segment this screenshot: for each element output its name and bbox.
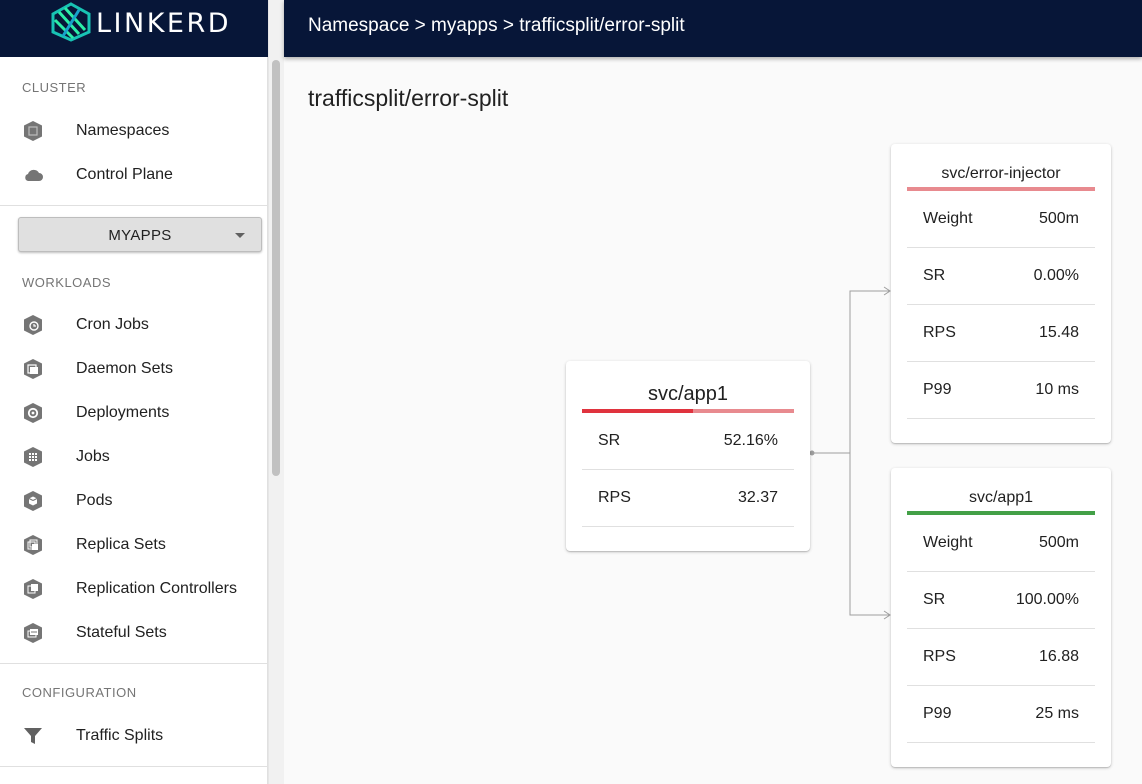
pod-icon — [24, 491, 42, 511]
metric-label: SR — [923, 267, 946, 284]
sidebar-item-deployments[interactable]: Deployments — [0, 391, 266, 435]
sidebar-item-label: Namespaces — [76, 122, 170, 139]
metric-row: SR 100.00% — [907, 572, 1095, 629]
arrowhead-icon — [883, 286, 891, 296]
cloud-icon — [25, 169, 43, 181]
metric-value: 0.00% — [1033, 267, 1079, 284]
metric-label: Weight — [923, 534, 973, 551]
sidebar-divider — [0, 663, 268, 664]
metric-value: 100.00% — [1015, 591, 1079, 608]
metric-label: SR — [923, 591, 946, 608]
edge-origin-dot — [809, 450, 815, 456]
sidebar-item-label: Traffic Splits — [76, 727, 164, 744]
metric-label: Weight — [923, 210, 973, 227]
sidebar-item-namespaces[interactable]: Namespaces — [0, 109, 266, 153]
metric-value: 500m — [1038, 210, 1079, 227]
metric-value: 10 ms — [1035, 381, 1079, 398]
source-service-name: svc/app1 — [647, 383, 729, 405]
sidebar-item-label: Daemon Sets — [76, 360, 173, 377]
leaf-service-card-error-injector[interactable]: svc/error-injector Weight 500m SR 0.00% … — [891, 144, 1111, 443]
cluster-section-label: CLUSTER — [22, 80, 87, 95]
breadcrumb-myapps-link[interactable]: myapps — [431, 15, 498, 36]
metric-value: 52.16% — [723, 432, 778, 449]
breadcrumb-separator: > — [409, 15, 432, 36]
metric-row: RPS 32.37 — [582, 470, 794, 527]
page-title: trafficsplit/error-split — [308, 85, 509, 111]
replicationcontroller-icon — [24, 579, 42, 599]
metric-row: SR 52.16% — [582, 413, 794, 470]
sidebar-item-label: Deployments — [76, 404, 170, 421]
namespace-select[interactable]: MYAPPS — [18, 217, 262, 252]
metric-label: P99 — [923, 381, 952, 398]
metric-label: P99 — [923, 705, 952, 722]
metric-label: RPS — [598, 489, 631, 506]
workloads-section-label: WORKLOADS — [22, 275, 112, 290]
sidebar-item-control-plane[interactable]: Control Plane — [0, 153, 266, 197]
sidebar-item-label: Replication Controllers — [76, 580, 237, 597]
leaf-service-name: svc/error-injector — [941, 165, 1061, 182]
sidebar-item-replica-sets[interactable]: Replica Sets — [0, 523, 266, 567]
namespace-select-value: MYAPPS — [108, 227, 172, 244]
cronjob-icon — [24, 315, 42, 335]
sidebar-item-cron-jobs[interactable]: Cron Jobs — [0, 303, 266, 347]
breadcrumb-separator: > — [497, 15, 520, 36]
deployment-icon — [24, 403, 42, 423]
sidebar-item-label: Cron Jobs — [76, 316, 149, 333]
sidebar: LINKERD CLUSTER Namespaces Control Plane… — [0, 0, 268, 784]
leaf-service-name: svc/app1 — [968, 489, 1034, 506]
metric-label: RPS — [923, 324, 956, 341]
sidebar-item-daemon-sets[interactable]: Daemon Sets — [0, 347, 266, 391]
metric-value: 15.48 — [1038, 324, 1079, 341]
edge-to-error-injector — [812, 290, 889, 454]
caret-down-icon — [235, 233, 245, 238]
breadcrumb-namespace-link[interactable]: Namespace — [308, 15, 409, 36]
arrowhead-icon — [883, 610, 891, 620]
namespace-icon — [24, 121, 42, 141]
metric-row: P99 25 ms — [907, 686, 1095, 743]
configuration-section-label: CONFIGURATION — [22, 685, 137, 700]
metric-value: 16.88 — [1038, 648, 1079, 665]
source-service-card[interactable]: svc/app1 SR 52.16% RPS 32.37 — [566, 361, 810, 551]
replicaset-icon — [24, 535, 42, 555]
sidebar-item-stateful-sets[interactable]: Stateful Sets — [0, 611, 266, 655]
metric-value: 32.37 — [737, 489, 778, 506]
filter-icon — [24, 728, 42, 744]
sidebar-item-label: Pods — [76, 492, 113, 509]
sidebar-scrollbar-thumb[interactable] — [272, 60, 280, 476]
metric-row: RPS 16.88 — [907, 629, 1095, 686]
sidebar-item-traffic-splits[interactable]: Traffic Splits — [0, 714, 266, 758]
metric-row: RPS 15.48 — [907, 305, 1095, 362]
sidebar-item-label: Replica Sets — [76, 536, 166, 553]
sidebar-item-label: Jobs — [76, 448, 110, 465]
leaf-service-card-app1[interactable]: svc/app1 Weight 500m SR 100.00% RPS 16.8… — [891, 468, 1111, 767]
statefulset-icon — [24, 623, 42, 643]
breadcrumb: Namespace > myapps > trafficsplit/error-… — [308, 15, 685, 37]
sidebar-divider — [0, 766, 268, 767]
daemonset-icon — [24, 359, 42, 379]
sidebar-item-label: Control Plane — [76, 166, 173, 183]
sidebar-item-pods[interactable]: Pods — [0, 479, 266, 523]
sidebar-item-replication-controllers[interactable]: Replication Controllers — [0, 567, 266, 611]
linkerd-logo-icon — [51, 2, 91, 42]
breadcrumb-current: trafficsplit/error-split — [519, 15, 685, 36]
metric-value: 500m — [1038, 534, 1079, 551]
top-app-bar: Namespace > myapps > trafficsplit/error-… — [284, 0, 1142, 57]
sidebar-item-label: Stateful Sets — [76, 624, 167, 641]
metric-label: RPS — [923, 648, 956, 665]
metric-row: SR 0.00% — [907, 248, 1095, 305]
metric-row: Weight 500m — [907, 515, 1095, 572]
metric-row: Weight 500m — [907, 191, 1095, 248]
brand-header[interactable]: LINKERD — [0, 0, 268, 57]
metric-row: P99 10 ms — [907, 362, 1095, 419]
sidebar-divider — [0, 205, 268, 206]
edge-to-app1 — [812, 452, 889, 616]
metric-value: 25 ms — [1035, 705, 1079, 722]
brand-name: LINKERD — [96, 8, 232, 39]
sidebar-item-jobs[interactable]: Jobs — [0, 435, 266, 479]
metric-label: SR — [598, 432, 621, 449]
job-icon — [24, 447, 42, 467]
